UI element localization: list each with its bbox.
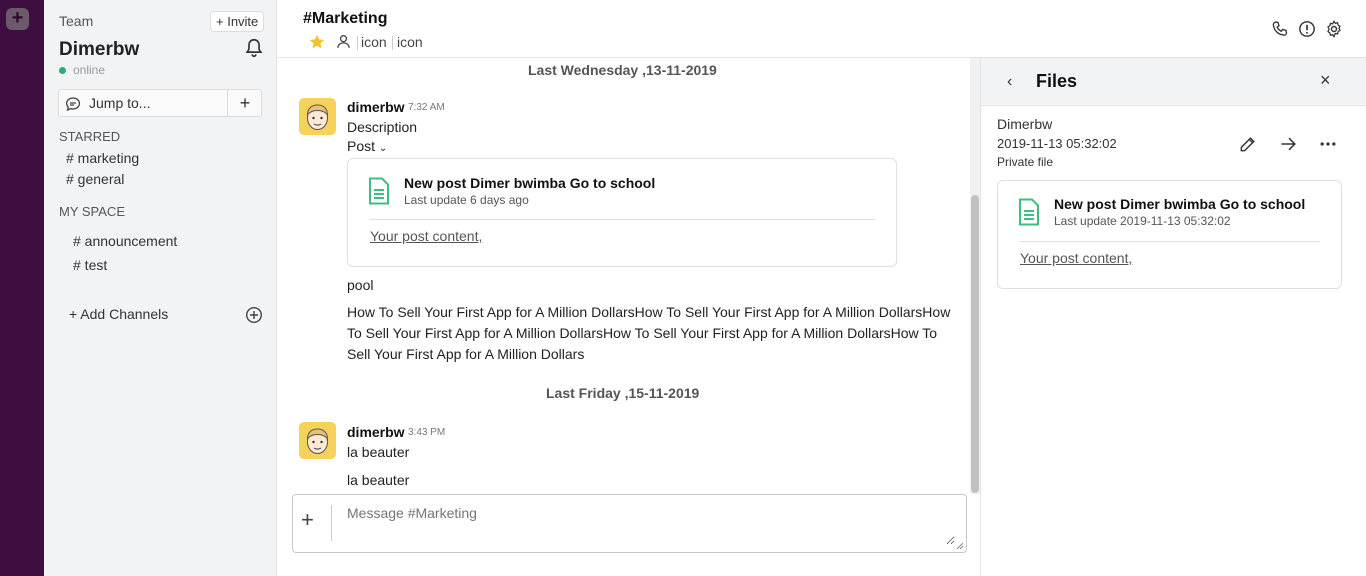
post-title[interactable]: New post Dimer bwimba Go to school bbox=[404, 175, 655, 191]
user-name: Dimerbw bbox=[59, 39, 140, 60]
doc-icon bbox=[1019, 198, 1039, 226]
attach-button[interactable]: + bbox=[301, 509, 314, 531]
sidebar-item-announcement[interactable]: # announcement bbox=[73, 233, 177, 249]
team-label: Team bbox=[59, 13, 94, 29]
message-author[interactable]: dimerbw bbox=[347, 424, 405, 440]
file-visibility: Private file bbox=[997, 155, 1054, 169]
header-icon-text-2[interactable]: icon bbox=[397, 34, 423, 50]
header-divider bbox=[392, 36, 393, 50]
doc-icon bbox=[369, 177, 389, 205]
more-icon[interactable] bbox=[1318, 134, 1338, 154]
avatar-face-icon bbox=[306, 428, 329, 454]
date-separator: Last Friday ,15-11-2019 bbox=[546, 385, 700, 401]
star-icon[interactable] bbox=[308, 33, 326, 51]
close-icon[interactable]: × bbox=[1320, 70, 1331, 91]
bell-icon[interactable] bbox=[243, 37, 265, 59]
chevron-down-icon: ⌄ bbox=[378, 143, 388, 154]
channel-header: #Marketing icon icon bbox=[277, 0, 1366, 58]
info-icon[interactable] bbox=[1297, 19, 1317, 39]
message-input[interactable] bbox=[339, 501, 955, 545]
back-icon[interactable]: ‹ bbox=[1007, 73, 1012, 91]
post-content-link[interactable]: Your post content, bbox=[370, 228, 482, 244]
share-icon[interactable] bbox=[1279, 134, 1299, 154]
avatar-face-icon bbox=[306, 104, 329, 130]
header-divider bbox=[357, 36, 358, 50]
post-card[interactable]: New post Dimer bwimba Go to school Last … bbox=[347, 158, 897, 267]
date-separator: Last Wednesday ,13-11-2019 bbox=[528, 62, 717, 78]
message-timestamp: 7:32 AM bbox=[408, 102, 445, 113]
invite-button[interactable]: + Invite bbox=[210, 11, 265, 32]
scrollbar-thumb[interactable] bbox=[971, 195, 979, 493]
message-text: la beauter bbox=[347, 444, 410, 460]
file-owner: Dimerbw bbox=[997, 116, 1053, 132]
file-title[interactable]: New post Dimer bwimba Go to school bbox=[1054, 196, 1305, 212]
starred-section-title: STARRED bbox=[59, 129, 121, 144]
edit-icon[interactable] bbox=[1238, 134, 1258, 154]
message-text: la beauter bbox=[347, 472, 410, 488]
files-panel-header: ‹ Files × bbox=[981, 58, 1366, 106]
add-workspace-button[interactable]: + bbox=[6, 8, 29, 30]
file-card[interactable]: New post Dimer bwimba Go to school Last … bbox=[997, 180, 1342, 289]
sidebar-item-marketing[interactable]: # marketing bbox=[66, 150, 139, 166]
sidebar-item-general[interactable]: # general bbox=[66, 171, 124, 187]
workspace-rail: + bbox=[0, 0, 44, 576]
avatar[interactable] bbox=[299, 422, 336, 459]
phone-icon[interactable] bbox=[1270, 19, 1290, 39]
card-divider bbox=[370, 219, 875, 220]
message-composer: + bbox=[292, 494, 967, 553]
resize-handle-icon[interactable] bbox=[956, 542, 964, 550]
file-date: 2019-11-13 05:32:02 bbox=[997, 136, 1117, 151]
add-channels-button[interactable]: + Add Channels bbox=[69, 306, 168, 322]
channel-title: #Marketing bbox=[303, 10, 388, 27]
jump-to-input[interactable]: Jump to... + bbox=[58, 89, 262, 117]
post-label: Post bbox=[347, 138, 376, 154]
message-list: Last Wednesday ,13-11-2019 dimerbw 7:32 … bbox=[277, 58, 981, 494]
gear-icon[interactable] bbox=[1324, 19, 1344, 39]
sidebar: Team + Invite Dimerbw online Jump to... … bbox=[44, 0, 277, 576]
file-updated: Last update 2019-11-13 05:32:02 bbox=[1054, 214, 1231, 228]
myspace-section-title: MY SPACE bbox=[59, 204, 125, 219]
post-dropdown[interactable]: Post ⌄ bbox=[347, 138, 387, 154]
message-author[interactable]: dimerbw bbox=[347, 99, 405, 115]
online-status-dot bbox=[59, 67, 66, 74]
message-timestamp: 3:43 PM bbox=[408, 427, 446, 438]
composer-divider bbox=[331, 505, 332, 541]
plus-circle-icon[interactable] bbox=[245, 306, 263, 324]
post-updated: Last update 6 days ago bbox=[404, 193, 529, 207]
header-icon-text-1[interactable]: icon bbox=[361, 34, 387, 50]
jump-to-label: Jump to... bbox=[89, 95, 151, 111]
avatar[interactable] bbox=[299, 98, 336, 135]
message-text: pool bbox=[347, 277, 374, 293]
files-panel-title: Files bbox=[1036, 71, 1078, 91]
sidebar-item-test[interactable]: # test bbox=[73, 257, 107, 273]
person-icon[interactable] bbox=[335, 33, 352, 50]
file-content-link[interactable]: Your post content, bbox=[1020, 250, 1132, 266]
card-divider bbox=[1020, 241, 1320, 242]
files-panel: ‹ Files × Dimerbw 2019-11-13 05:32:02 Pr… bbox=[980, 58, 1366, 576]
message-text: Description bbox=[347, 119, 418, 135]
status-text: online bbox=[73, 63, 106, 77]
new-message-button[interactable]: + bbox=[228, 90, 262, 116]
chat-icon bbox=[65, 97, 81, 112]
message-text: How To Sell Your First App for A Million… bbox=[347, 304, 951, 362]
